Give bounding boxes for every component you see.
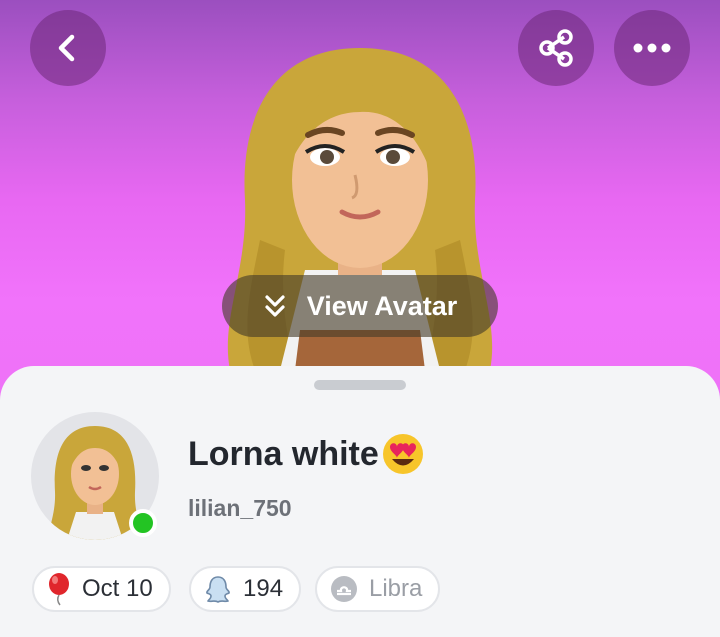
birthday-chip[interactable]: Oct 10 (32, 566, 171, 612)
display-name-text: Lorna white (188, 434, 379, 473)
username: lilian_750 (188, 495, 292, 521)
more-options-button[interactable] (614, 10, 690, 86)
profile-hero: View Avatar (0, 0, 720, 400)
zodiac-chip[interactable]: Libra (315, 566, 441, 612)
double-chevron-down-icon (265, 295, 285, 317)
birthday-text: Oct 10 (82, 575, 153, 602)
chevron-left-icon (58, 34, 75, 62)
view-avatar-label: View Avatar (306, 290, 458, 321)
back-button[interactable] (30, 10, 106, 86)
share-icon (539, 29, 573, 67)
display-name: Lorna white (188, 432, 425, 476)
snapscore-chip[interactable]: 194 (189, 566, 302, 612)
sheet-drag-handle[interactable] (314, 380, 406, 390)
profile-sheet: Lorna white lilian_750 Oct 10 194 Libra (0, 366, 720, 637)
snapscore-text: 194 (243, 575, 284, 602)
online-status-indicator (129, 509, 157, 537)
bitmoji-avatar-illustration (227, 48, 493, 370)
zodiac-text: Libra (369, 575, 423, 602)
more-horizontal-icon (633, 43, 671, 53)
view-avatar-button[interactable]: View Avatar (222, 275, 498, 337)
share-button[interactable] (518, 10, 594, 86)
heart-eyes-emoji-icon (382, 434, 423, 474)
snapscore-ghost-icon (206, 576, 230, 603)
balloon-icon (49, 573, 69, 606)
libra-zodiac-icon (331, 576, 357, 602)
